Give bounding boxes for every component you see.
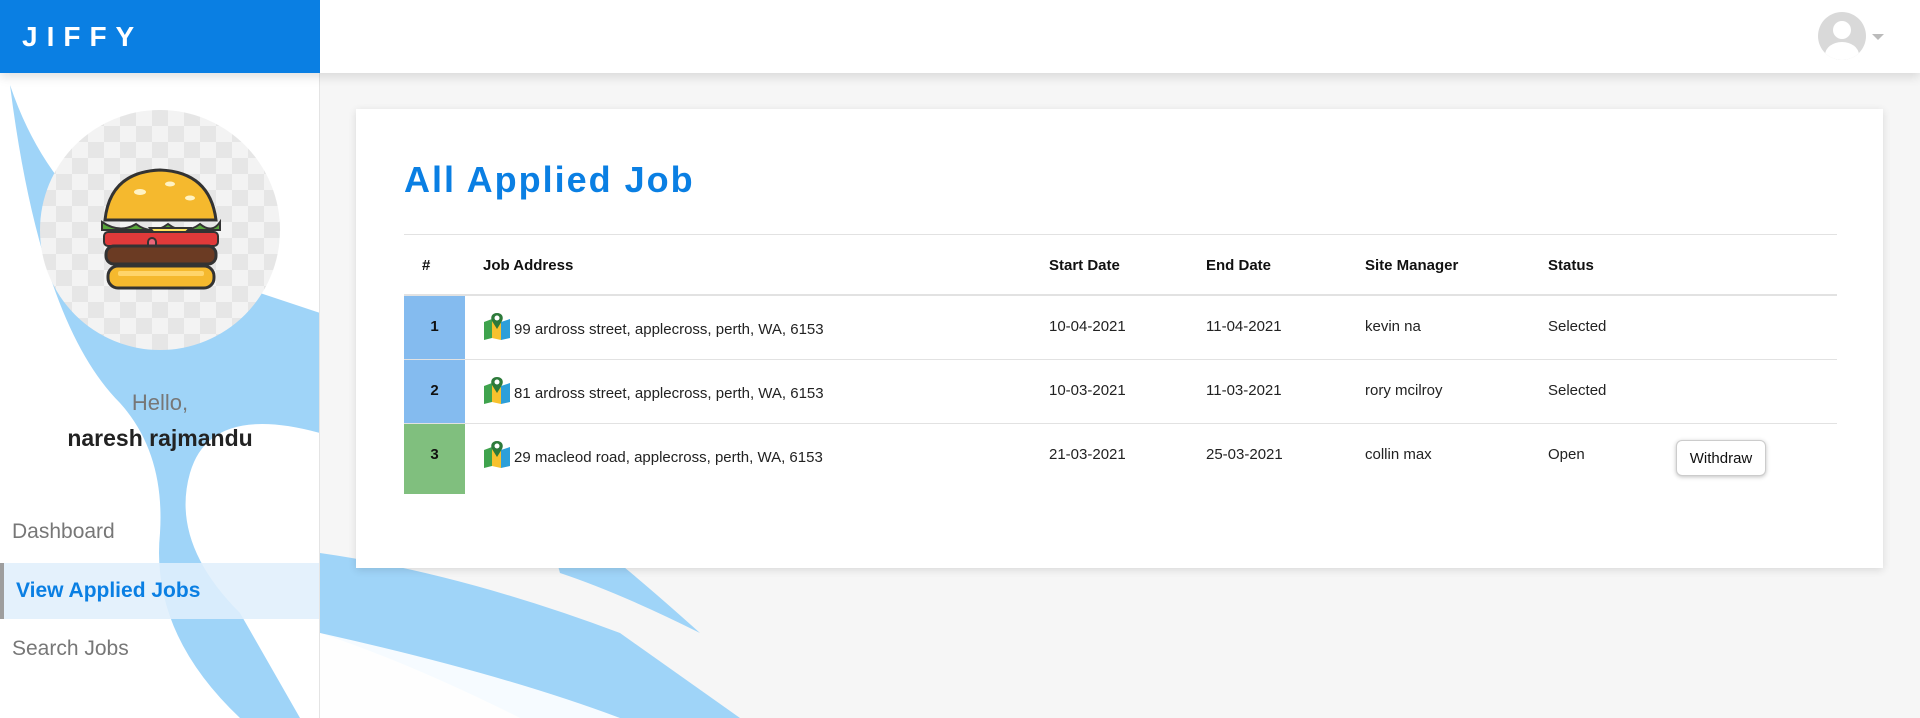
page-title: All Applied Job [404, 159, 695, 200]
end-date: 25-03-2021 [1206, 446, 1283, 463]
status: Open [1548, 446, 1585, 463]
col-header-address: Job Address [483, 257, 574, 274]
start-date: 10-03-2021 [1049, 382, 1126, 399]
user-menu[interactable] [1818, 12, 1884, 60]
username: naresh rajmandu [67, 425, 253, 451]
sidebar-item-search-jobs[interactable]: Search Jobs [0, 621, 319, 677]
end-date: 11-03-2021 [1206, 382, 1282, 399]
map-pin-icon [484, 313, 510, 340]
table-row: 1 99 ardross street, applecross, perth, … [404, 296, 1837, 360]
greeting: Hello, [131, 390, 189, 415]
user-avatar-icon[interactable] [1818, 12, 1866, 60]
profile-image [40, 110, 280, 350]
chevron-down-icon[interactable] [1872, 34, 1884, 40]
site-manager: rory mcilroy [1365, 382, 1443, 399]
col-header-start-date: Start Date [1049, 257, 1120, 274]
table-row: 3 29 macleod road, applecross, perth, WA… [404, 424, 1837, 494]
sidebar-item-dashboard[interactable]: Dashboard [0, 504, 319, 560]
applied-jobs-card: All Applied Job # Job Address Start Date… [356, 109, 1883, 568]
col-header-site-manager: Site Manager [1365, 257, 1459, 274]
withdraw-button[interactable]: Withdraw [1676, 440, 1766, 476]
sidebar-item-view-applied-jobs[interactable]: View Applied Jobs [0, 563, 319, 619]
status: Selected [1548, 318, 1607, 335]
applied-jobs-table: # Job Address Start Date End Date Site M… [404, 234, 1837, 494]
col-header-end-date: End Date [1206, 257, 1272, 274]
burger-image [101, 168, 221, 290]
row-index: 2 [404, 360, 465, 423]
top-navbar: JIFFY [0, 0, 1920, 73]
map-pin-icon [484, 377, 510, 404]
start-date: 21-03-2021 [1049, 446, 1126, 463]
brand-logo[interactable]: JIFFY [0, 0, 320, 73]
job-address: 99 ardross street, applecross, perth, WA… [514, 321, 824, 338]
col-header-status: Status [1548, 257, 1594, 274]
row-index: 3 [404, 424, 465, 494]
site-manager: collin max [1365, 446, 1432, 463]
map-pin-icon [484, 441, 510, 468]
job-address: 29 macleod road, applecross, perth, WA, … [514, 449, 823, 466]
sidebar: Hello, naresh rajmandu Dashboard View Ap… [0, 73, 320, 718]
table-row: 2 81 ardross street, applecross, perth, … [404, 360, 1837, 424]
site-manager: kevin na [1365, 318, 1421, 335]
status: Selected [1548, 382, 1607, 399]
col-header-index: # [422, 257, 431, 274]
table-header: # Job Address Start Date End Date Site M… [404, 235, 1837, 296]
job-address: 81 ardross street, applecross, perth, WA… [514, 385, 824, 402]
end-date: 11-04-2021 [1206, 318, 1282, 335]
start-date: 10-04-2021 [1049, 318, 1126, 335]
row-index: 1 [404, 296, 465, 359]
